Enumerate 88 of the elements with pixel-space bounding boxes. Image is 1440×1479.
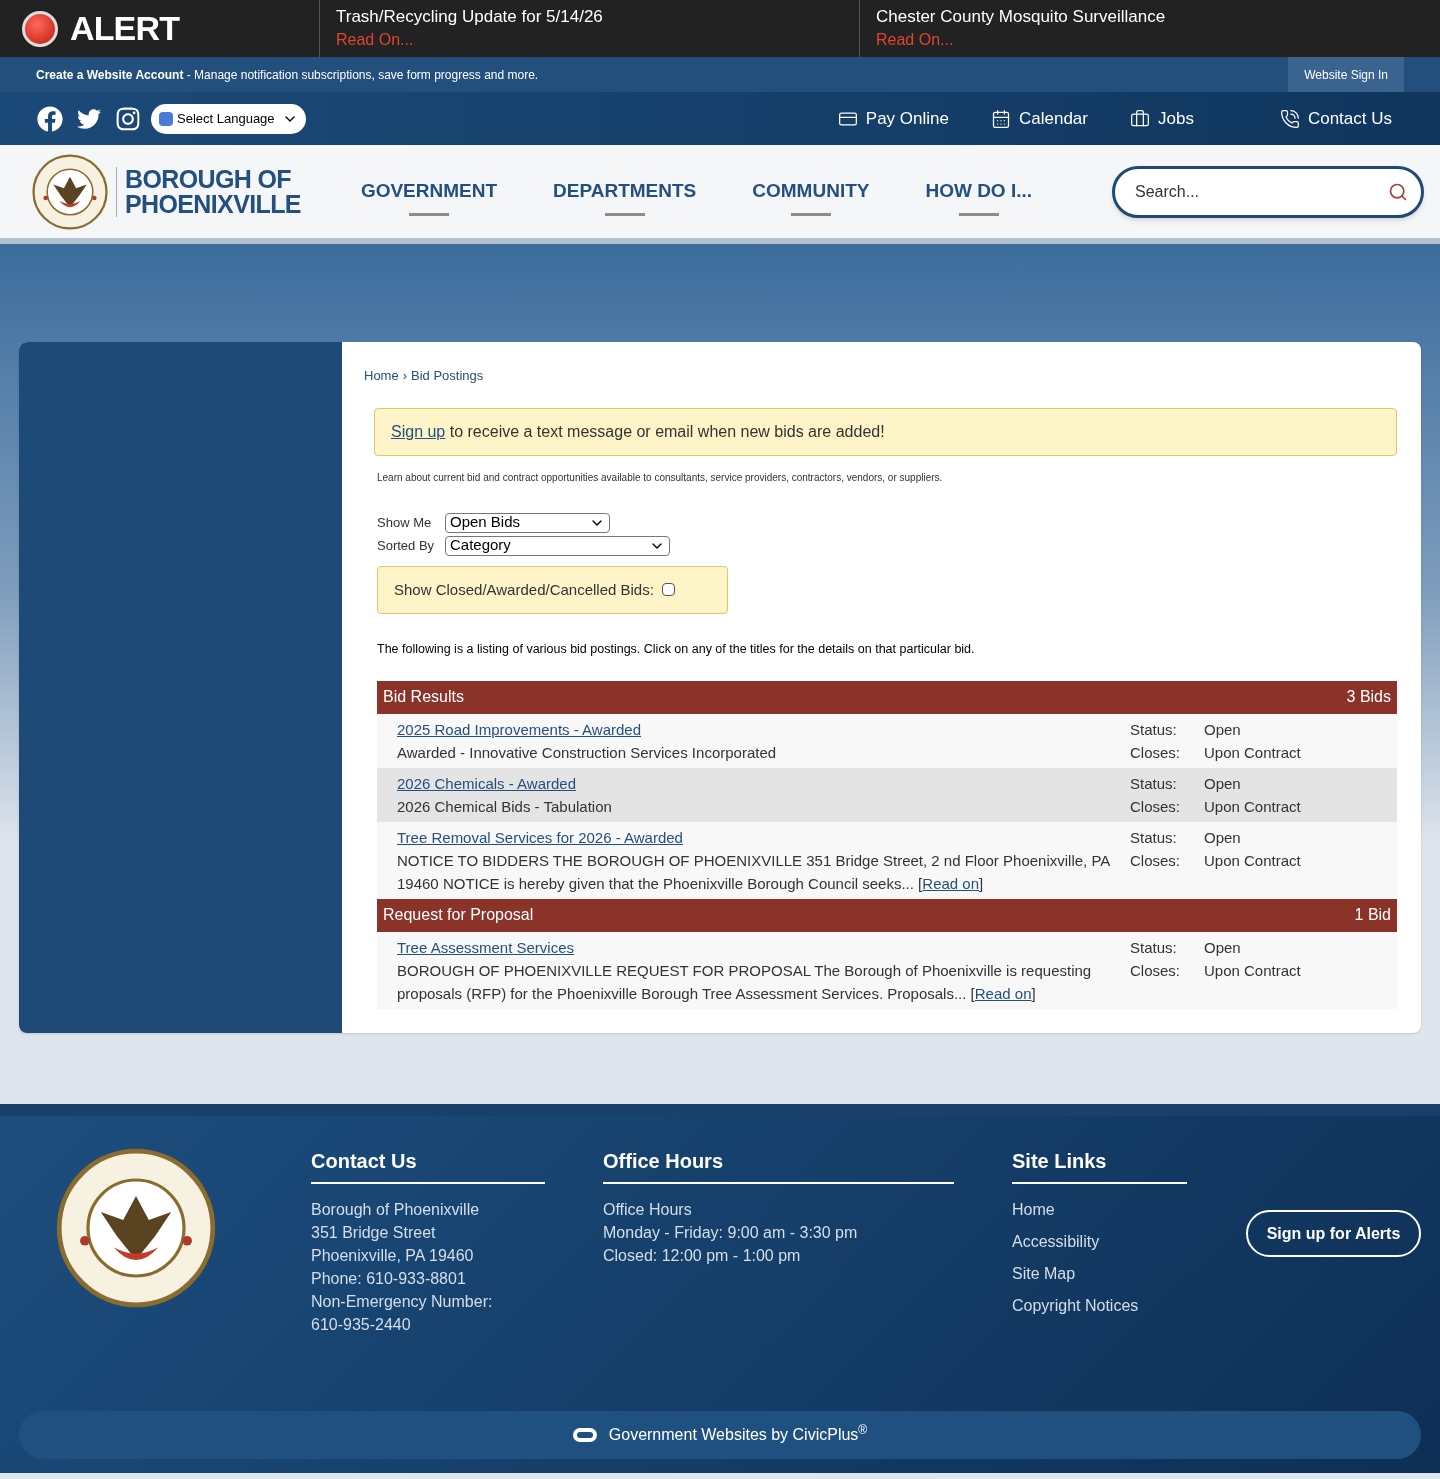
contact-line: Borough of Phoenixville bbox=[311, 1200, 481, 1220]
closes-label: Closes: bbox=[1130, 742, 1182, 763]
contact-line: 610-935-2440 bbox=[311, 1315, 412, 1335]
filter-select[interactable]: Open Bids bbox=[445, 512, 610, 533]
brand-name: PHOENIXVILLE bbox=[125, 191, 301, 217]
alerts-button[interactable]: Sign up for Alerts bbox=[1246, 1210, 1421, 1257]
alert-label: ALERT bbox=[70, 8, 180, 49]
status-label: Status: bbox=[1130, 937, 1178, 958]
bid-title-link[interactable]: Tree Removal Services for 2026 - Awarded bbox=[397, 825, 1121, 849]
language-select[interactable]: Select Language bbox=[151, 103, 306, 134]
hours-line: Monday - Friday: 9:00 am - 3:30 pm bbox=[603, 1223, 859, 1243]
closes-value: Upon Contract bbox=[1204, 742, 1301, 763]
contact-line: 351 Bridge Street bbox=[311, 1223, 437, 1243]
footer-heading: Contact Us bbox=[311, 1146, 545, 1184]
bid-description: Awarded - Innovative Construction Services Incorporated bbox=[397, 742, 778, 763]
contact-line: Non-Emergency Number: bbox=[311, 1292, 494, 1312]
status-value: Open bbox=[1204, 827, 1242, 848]
status-value: Open bbox=[1204, 719, 1242, 740]
status-label: Status: bbox=[1130, 773, 1178, 794]
status-label: Status: bbox=[1130, 827, 1178, 848]
account-message: Create a Website Account - Manage notification subscriptions, save form progress and more. bbox=[36, 66, 539, 84]
facebook-icon[interactable] bbox=[37, 105, 63, 132]
bid-description: 2026 Chemical Bids - Tabulation bbox=[397, 796, 613, 817]
utility-link[interactable]: Pay Online bbox=[837, 105, 949, 132]
calendar-icon bbox=[991, 108, 1011, 129]
alert-light-icon bbox=[22, 10, 58, 47]
bid-description: BOROUGH OF PHOENIXVILLE REQUEST FOR PROPOSAL The Borough of Phoenixville is requesting proposals (RFP) for the Phoenixville Borough Tree Assessment Services. Proposals... [Read on] bbox=[397, 960, 1093, 1004]
breadcrumb-link[interactable]: Home bbox=[364, 366, 399, 386]
closes-value: Upon Contract bbox=[1204, 796, 1301, 817]
category-name: Request for Proposal bbox=[383, 905, 534, 926]
utility-link[interactable]: Jobs bbox=[1130, 105, 1194, 132]
sign-in-button[interactable]: Website Sign In bbox=[1288, 57, 1404, 92]
utility-link[interactable]: Contact Us bbox=[1279, 105, 1392, 132]
bid-title-link[interactable]: 2026 Chemicals - Awarded bbox=[397, 771, 1121, 795]
alert-title: Chester County Mosquito Surveillance bbox=[876, 6, 1167, 28]
sign-up-link[interactable]: Sign up bbox=[391, 422, 446, 440]
footer-link[interactable]: Copyright Notices bbox=[1012, 1294, 1246, 1318]
breadcrumb-separator: › bbox=[402, 367, 408, 385]
bid-count: 1 Bid bbox=[1354, 905, 1391, 926]
bid-description: NOTICE TO BIDDERS THE BOROUGH OF PHOENIXVILLE 351 Bridge Street, 2 nd Floor Phoenixville, PA 19460 NOTICE is hereby given that the Phoenixville Borough Council seeks... [Read on] bbox=[397, 850, 1111, 894]
closes-value: Upon Contract bbox=[1204, 960, 1301, 981]
search-icon[interactable] bbox=[1388, 181, 1408, 202]
nav-item[interactable]: HOW DO I... bbox=[925, 166, 1033, 217]
briefcase-icon bbox=[1130, 108, 1150, 129]
instagram-icon[interactable] bbox=[115, 105, 141, 132]
breadcrumb-link[interactable]: Bid Postings bbox=[411, 366, 484, 386]
notice-banner: Sign up to receive a text message or email when new bids are added! bbox=[374, 407, 1397, 456]
hours-line: Office Hours bbox=[603, 1200, 693, 1220]
read-on-link[interactable]: Read on bbox=[922, 874, 979, 892]
bid-title-link[interactable]: Tree Assessment Services bbox=[397, 935, 1121, 959]
credit-text: Government Websites by CivicPlus$^{®}$ bbox=[608, 1423, 868, 1445]
footer-link[interactable]: Site Map bbox=[1012, 1262, 1246, 1286]
read-on-link[interactable]: Read On... bbox=[876, 31, 954, 48]
bid-title-link[interactable]: 2025 Road Improvements - Awarded bbox=[397, 717, 1121, 741]
read-on-link[interactable]: Read On... bbox=[336, 31, 414, 48]
closes-label: Closes: bbox=[1130, 796, 1182, 817]
twitter-icon[interactable] bbox=[77, 106, 101, 131]
search-field[interactable]: Search... bbox=[1112, 165, 1424, 218]
category-name: Bid Results bbox=[383, 687, 464, 708]
footer-link[interactable]: Home bbox=[1012, 1198, 1246, 1222]
alert-title: Trash/Recycling Update for 5/14/26 bbox=[336, 6, 604, 28]
create-account-link[interactable]: Create a Website Account bbox=[36, 67, 184, 82]
nav-item[interactable]: COMMUNITY bbox=[752, 166, 870, 217]
intro-text: Learn about current bid and contract opportunities available to consultants, service providers, contractors, vendors, or suppliers. bbox=[377, 470, 944, 485]
toggle-label: Show Closed/Awarded/Cancelled Bids: bbox=[394, 579, 654, 600]
contact-line: Phone: 610-933-8801 bbox=[311, 1269, 467, 1289]
status-value: Open bbox=[1204, 937, 1242, 958]
closes-label: Closes: bbox=[1130, 850, 1182, 871]
closes-label: Closes: bbox=[1130, 960, 1182, 981]
utility-link[interactable]: Calendar bbox=[991, 105, 1088, 132]
closes-value: Upon Contract bbox=[1204, 850, 1301, 871]
hours-line: Closed: 12:00 pm - 1:00 pm bbox=[603, 1246, 802, 1266]
bid-count: 3 Bids bbox=[1346, 687, 1391, 708]
phone-icon bbox=[1279, 108, 1300, 129]
footer-link[interactable]: Accessibility bbox=[1012, 1230, 1246, 1254]
filter-label: Sorted By bbox=[377, 536, 436, 555]
nav-item[interactable]: DEPARTMENTS bbox=[553, 166, 697, 217]
checkbox[interactable] bbox=[661, 583, 675, 597]
status-value: Open bbox=[1204, 773, 1242, 794]
footer-heading: Site Links bbox=[1012, 1146, 1187, 1184]
status-label: Status: bbox=[1130, 719, 1178, 740]
nav-item[interactable]: GOVERNMENT bbox=[360, 166, 498, 217]
brand-name: BOROUGH OF bbox=[125, 166, 292, 192]
filter-label: Show Me bbox=[377, 513, 433, 532]
filter-select[interactable]: Category bbox=[445, 535, 670, 556]
footer-heading: Office Hours bbox=[603, 1146, 954, 1184]
listing-intro: The following is a listing of various bid postings. Click on any of the titles for the details on that particular bid. bbox=[377, 641, 976, 658]
contact-line: Phoenixville, PA 19460 bbox=[311, 1246, 475, 1266]
